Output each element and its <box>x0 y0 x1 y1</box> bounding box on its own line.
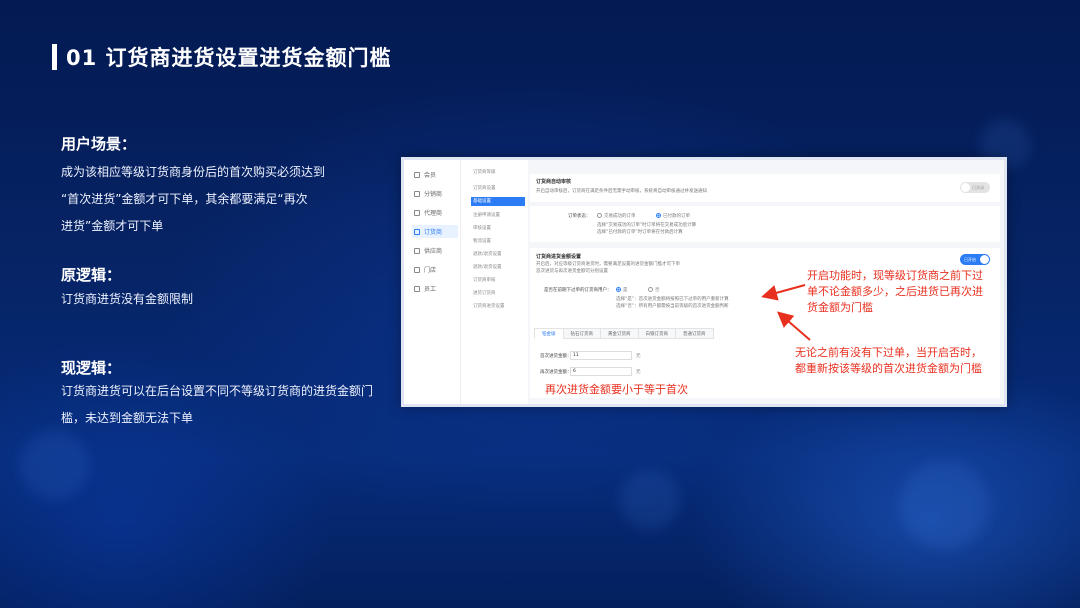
old-logic-line: 订货商进货没有金额限制 <box>61 292 194 306</box>
toggle-label: 已关闭 <box>972 185 984 190</box>
subnav-item[interactable]: 订货商设置 <box>471 184 525 193</box>
annotation-line: 货金额为门槛 <box>807 301 873 314</box>
annotation-enabled: 开启功能时，现等级订货商之前下过 单不论金额多少，之后进货已再次进 货金额为门槛 <box>807 268 983 316</box>
nav-label: 员工 <box>424 286 437 293</box>
order-status-option: 已付款的订单 <box>663 214 690 219</box>
nav-item-store[interactable]: 门店 <box>412 263 458 276</box>
auto-review-card: 订货商自动审核 开启自动审核后，订货商在满足条件后无需手动审核，系统将自动审核通… <box>530 174 1000 202</box>
subnav-item[interactable]: 审核设置 <box>471 224 525 233</box>
subnav-item[interactable]: 物流设置 <box>471 237 525 246</box>
tab-level[interactable]: 白银订货商 <box>637 328 676 339</box>
auto-review-toggle[interactable]: 已关闭 <box>960 182 990 193</box>
nav-item-supplier[interactable]: 供应商 <box>412 244 458 257</box>
nav-label: 代理商 <box>424 210 443 217</box>
again-purchase-unit: 元 <box>636 370 641 375</box>
first-purchase-input[interactable]: 11 <box>570 351 632 360</box>
nav-label: 分销商 <box>424 191 443 198</box>
annotation-line: 都重新按该等级的首次进货金额为门槛 <box>795 362 982 375</box>
toggle-knob <box>961 183 970 192</box>
primary-nav: 会员 分销商 代理商 订货商 供应商 门店 员工 <box>404 160 461 404</box>
previous-order-question: 是否在前期下过单的订货商用户： <box>544 288 612 293</box>
dealer-icon <box>414 228 420 235</box>
order-status-card: 订单状态： 交易成功的订单 已付款的订单 选择“交易成功的订单”时订单将在交易成… <box>530 206 1000 242</box>
scenario-line: 进货”金额才可下单 <box>61 219 164 233</box>
scenario-line: 成为该相应等级订货商身份后的首次购买必须达到 <box>61 165 326 179</box>
annotation-line: 单不论金额多少，之后进货已再次进 <box>807 285 983 298</box>
subnav-item[interactable]: 注册申请设置 <box>471 211 525 220</box>
tab-level[interactable]: 铂金级 <box>534 328 564 339</box>
previous-order-option: 是 <box>623 288 628 293</box>
first-purchase-label: 首次进货金额： <box>540 354 572 359</box>
page-title: 01 订货商进货设置进货金额门槛 <box>66 46 392 70</box>
secondary-nav: 订货商等级 订货商设置 基础设置 注册申请设置 审核设置 物流设置 退款/退货设… <box>467 160 525 404</box>
subnav-item[interactable]: 订货商进货设置 <box>471 302 525 311</box>
title-accent-bar <box>52 44 57 70</box>
member-icon <box>414 171 420 178</box>
scenario-text: 成为该相应等级订货商身份后的首次购买必须达到 “首次进货”金额才可下单，其余都要… <box>61 159 391 240</box>
auto-review-title: 订货商自动审核 <box>536 179 572 185</box>
toggle-label: 已开启 <box>964 257 976 262</box>
order-status-option: 交易成功的订单 <box>604 214 636 219</box>
scenario-line: “首次进货”金额才可下单，其余都要满足“再次 <box>61 192 308 206</box>
old-logic-text: 订货商进货没有金额限制 <box>61 286 391 313</box>
annotation-again-amount: 再次进货金额要小于等于首次 <box>545 383 688 396</box>
old-logic-heading: 原逻辑： <box>61 266 122 284</box>
order-status-radio-success[interactable] <box>597 213 602 218</box>
nav-label: 门店 <box>424 267 437 274</box>
new-logic-text: 订货商进货可以在后台设置不同不等级订货商的进货金额门 槛，未达到金额无法下单 <box>61 378 391 432</box>
again-purchase-input[interactable]: 6 <box>570 367 632 376</box>
toggle-knob <box>980 255 989 264</box>
previous-order-option: 否 <box>655 288 660 293</box>
previous-order-note: 选择“是”：首次进货金额将按照已下过单的用户重新计算 <box>616 297 729 302</box>
previous-order-radio-no[interactable] <box>648 287 653 292</box>
nav-label: 会员 <box>424 172 437 179</box>
again-purchase-label: 再次进货金额： <box>540 370 572 375</box>
agent-icon <box>414 209 420 216</box>
purchase-amount-title: 订货商进货金额设置 <box>536 254 582 260</box>
order-status-note: 选择“已付款的订单”时订单将在付款后计算 <box>597 230 683 235</box>
order-status-radio-paid[interactable] <box>656 213 661 218</box>
nav-label: 订货商 <box>424 229 443 236</box>
subnav-item-basic-settings[interactable]: 基础设置 <box>471 197 525 206</box>
nav-item-agent[interactable]: 代理商 <box>412 206 458 219</box>
order-status-label: 订单状态： <box>568 214 591 219</box>
nav-item-dealer[interactable]: 订货商 <box>412 225 458 238</box>
nav-label: 供应商 <box>424 248 443 255</box>
new-logic-line: 订货商进货可以在后台设置不同不等级订货商的进货金额门 <box>61 384 374 398</box>
subnav-item[interactable]: 订货商审核 <box>471 276 525 285</box>
subnav-item[interactable]: 退款/退货设置 <box>471 250 525 259</box>
tab-level[interactable]: 黄金订货商 <box>600 328 639 339</box>
scenario-heading: 用户场景： <box>61 135 137 153</box>
nav-item-distributor[interactable]: 分销商 <box>412 187 458 200</box>
previous-order-radio-yes[interactable] <box>616 287 621 292</box>
purchase-amount-desc: 开启后，对应等级订货商进货时，需要满足设置的进货金额门槛才可下单 <box>536 262 680 267</box>
subnav-item[interactable]: 退款/退货设置 <box>471 263 525 272</box>
store-icon <box>414 266 420 273</box>
staff-icon <box>414 285 420 292</box>
annotation-line: 无论之前有没有下过单，当开启否时， <box>795 346 982 359</box>
previous-order-note: 选择“否”：所有用户都需按当前等级的首次进货金额判断 <box>616 304 729 309</box>
new-logic-line: 槛，未达到金额无法下单 <box>61 411 194 425</box>
tab-level[interactable]: 钻石订货商 <box>562 328 601 339</box>
auto-review-desc: 开启自动审核后，订货商在满足条件后无需手动审核，系统将自动审核通过并发送通知 <box>536 189 707 194</box>
new-logic-heading: 现逻辑： <box>61 359 122 377</box>
level-tabs: 铂金级 钻石订货商 黄金订货商 白银订货商 普通订货商 <box>534 328 714 339</box>
subnav-item[interactable]: 进货订货商 <box>471 289 525 298</box>
supplier-icon <box>414 247 420 254</box>
order-status-note: 选择“交易成功的订单”时订单将在交易成功后计算 <box>597 223 697 228</box>
subnav-item[interactable]: 订货商等级 <box>471 168 525 177</box>
nav-item-member[interactable]: 会员 <box>412 168 458 181</box>
first-purchase-unit: 元 <box>636 354 641 359</box>
purchase-amount-toggle[interactable]: 已开启 <box>960 254 990 265</box>
nav-item-staff[interactable]: 员工 <box>412 282 458 295</box>
annotation-line: 开启功能时，现等级订货商之前下过 <box>807 269 983 282</box>
distributor-icon <box>414 190 420 197</box>
tab-level[interactable]: 普通订货商 <box>675 328 714 339</box>
purchase-amount-desc: 首次进货与再次进货金额可分别设置 <box>536 269 608 274</box>
annotation-no-option: 无论之前有没有下过单，当开启否时， 都重新按该等级的首次进货金额为门槛 <box>795 345 982 377</box>
